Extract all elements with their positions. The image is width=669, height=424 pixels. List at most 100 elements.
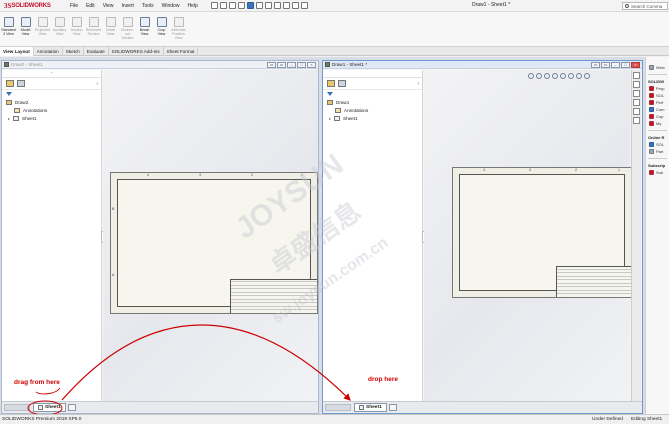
collapse-handle[interactable]: ⌃ bbox=[2, 70, 101, 78]
solidworks-logo[interactable]: 3S SOLIDWORKS bbox=[0, 0, 66, 12]
tree-filter[interactable] bbox=[2, 90, 101, 98]
task-pane-welcome[interactable]: Welc bbox=[649, 65, 669, 70]
menu-tools[interactable]: Tools bbox=[138, 3, 158, 9]
sheet-tab-navigation[interactable] bbox=[325, 404, 351, 411]
property-manager-tab-icon[interactable] bbox=[338, 80, 346, 87]
section-view-button[interactable]: Section View bbox=[69, 17, 85, 36]
task-pane-resources-icon[interactable] bbox=[633, 81, 640, 88]
document-window-draw1[interactable]: Draw1 - Sheet1 * ▭ ▭ – □ × › Draw1 Annot… bbox=[322, 60, 643, 414]
property-manager-tab-icon[interactable] bbox=[17, 80, 25, 87]
add-sheet-button[interactable] bbox=[388, 404, 397, 411]
model-view-button[interactable]: Model View bbox=[18, 17, 34, 36]
add-sheet-button[interactable] bbox=[67, 404, 76, 411]
task-pane-item[interactable]: My bbox=[649, 121, 669, 126]
tile-window-button[interactable]: ▭ bbox=[267, 62, 276, 68]
file-properties-icon[interactable] bbox=[291, 2, 299, 9]
tab-sketch[interactable]: Sketch bbox=[63, 47, 84, 56]
break-view-label: Break View bbox=[139, 28, 150, 36]
feature-manager-tab-icon[interactable] bbox=[327, 80, 335, 87]
tile-horizontal-button[interactable]: ▭ bbox=[601, 62, 610, 68]
task-pane-home-icon[interactable] bbox=[633, 72, 640, 79]
hide-show-items-icon[interactable] bbox=[576, 73, 582, 79]
task-pane-item[interactable]: Prop bbox=[649, 86, 669, 91]
tab-evaluate[interactable]: Evaluate bbox=[84, 47, 109, 56]
collapse-handle[interactable] bbox=[323, 70, 422, 78]
options-gear-icon[interactable] bbox=[300, 2, 308, 9]
auxiliary-view-button[interactable]: Auxiliary View bbox=[52, 17, 68, 36]
save-icon[interactable] bbox=[246, 2, 254, 9]
removed-section-button[interactable]: Removed Section bbox=[86, 17, 102, 36]
tree-item-annotations[interactable]: Annotations bbox=[323, 106, 422, 114]
standard-3-view-button[interactable]: Standard 3 View bbox=[1, 17, 17, 36]
window-title-bar[interactable]: Draw1 - Sheet1 * ▭ ▭ – □ × bbox=[323, 61, 642, 69]
print-icon[interactable] bbox=[255, 2, 263, 9]
tab-annotation[interactable]: Annotation bbox=[34, 47, 63, 56]
feature-manager-tab-icon[interactable] bbox=[6, 80, 14, 87]
menu-view[interactable]: View bbox=[99, 3, 118, 9]
select-icon[interactable] bbox=[273, 2, 281, 9]
sheet-tab-sheet1[interactable]: Sheet1 bbox=[33, 403, 66, 412]
crop-view-button[interactable]: Crop View bbox=[154, 17, 170, 36]
home-icon[interactable] bbox=[219, 2, 227, 9]
tree-root[interactable]: Draw2 bbox=[2, 98, 101, 106]
task-pane-item[interactable]: Cop bbox=[649, 114, 669, 119]
task-pane-item[interactable]: SOL bbox=[649, 142, 669, 147]
tile-window-button[interactable]: ▭ bbox=[591, 62, 600, 68]
chevron-right-icon[interactable]: › bbox=[417, 81, 419, 87]
tree-root[interactable]: Draw1 bbox=[323, 98, 422, 106]
alternate-position-view-button[interactable]: Alternate Position View bbox=[171, 17, 187, 40]
tree-item-annotations[interactable]: Annotations bbox=[2, 106, 101, 114]
document-window-draw2[interactable]: Draw2 - Sheet1 ▭ ▭ – □ × ⌃ › Draw2 Annot… bbox=[1, 60, 319, 414]
projected-view-button[interactable]: Projected View bbox=[35, 17, 51, 36]
menu-window[interactable]: Window bbox=[158, 3, 184, 9]
zoom-to-area-icon[interactable] bbox=[536, 73, 542, 79]
drawing-sheet[interactable]: 4 3 2 1 bbox=[452, 167, 632, 298]
tree-filter[interactable] bbox=[323, 90, 422, 98]
undo-icon[interactable] bbox=[264, 2, 272, 9]
task-pane-file-explorer-icon[interactable] bbox=[633, 99, 640, 106]
task-pane-view-palette-icon[interactable] bbox=[633, 108, 640, 115]
open-folder-icon[interactable] bbox=[237, 2, 245, 9]
pan-icon[interactable] bbox=[560, 73, 566, 79]
tree-item-sheet1[interactable]: ▸ Sheet1 bbox=[323, 114, 422, 122]
tile-horizontal-button[interactable]: ▭ bbox=[277, 62, 286, 68]
chevron-right-icon[interactable]: › bbox=[96, 81, 98, 87]
task-pane-item[interactable]: Perf bbox=[649, 100, 669, 105]
tree-item-sheet1[interactable]: ▸ Sheet1 bbox=[2, 114, 101, 122]
window-title-bar[interactable]: Draw2 - Sheet1 ▭ ▭ – □ × bbox=[2, 61, 318, 69]
task-pane-item[interactable]: SOL bbox=[649, 93, 669, 98]
task-pane-item[interactable]: Com bbox=[649, 107, 669, 112]
pin-icon[interactable] bbox=[210, 2, 218, 9]
minimize-button[interactable]: – bbox=[611, 62, 620, 68]
broken-out-section-button[interactable]: Broken-out Section bbox=[120, 17, 136, 40]
menu-help[interactable]: Help bbox=[183, 3, 201, 9]
display-style-icon[interactable] bbox=[568, 73, 574, 79]
close-button[interactable]: × bbox=[631, 62, 640, 68]
detail-view-button[interactable]: Detail View bbox=[103, 17, 119, 36]
menu-edit[interactable]: Edit bbox=[82, 3, 99, 9]
sheet-tab-sheet1[interactable]: Sheet1 bbox=[354, 403, 387, 412]
zoom-to-fit-icon[interactable] bbox=[528, 73, 534, 79]
tab-sheet-format[interactable]: Sheet Format bbox=[164, 47, 199, 56]
maximize-button[interactable]: □ bbox=[621, 62, 630, 68]
rotate-view-icon[interactable] bbox=[552, 73, 558, 79]
task-pane-design-library-icon[interactable] bbox=[633, 90, 640, 97]
task-pane-appearances-icon[interactable] bbox=[633, 117, 640, 124]
close-button[interactable]: × bbox=[307, 62, 316, 68]
tab-view-layout[interactable]: View Layout bbox=[0, 47, 34, 56]
menu-insert[interactable]: Insert bbox=[117, 3, 138, 9]
task-pane-item[interactable]: Sub bbox=[649, 170, 669, 175]
task-pane-item[interactable]: Part bbox=[649, 149, 669, 154]
minimize-button[interactable]: – bbox=[287, 62, 296, 68]
menu-file[interactable]: File bbox=[66, 3, 82, 9]
break-view-button[interactable]: Break View bbox=[137, 17, 153, 36]
rebuild-icon[interactable] bbox=[282, 2, 290, 9]
previous-view-icon[interactable] bbox=[544, 73, 550, 79]
maximize-button[interactable]: □ bbox=[297, 62, 306, 68]
new-document-icon[interactable] bbox=[228, 2, 236, 9]
tab-solidworks-add-ins[interactable]: SOLIDWORKS Add-Ins bbox=[109, 47, 164, 56]
graphics-area[interactable]: 4 3 2 1 bbox=[424, 70, 632, 401]
sheet-tab-navigation[interactable] bbox=[4, 404, 30, 411]
search-commands-input[interactable]: Search Comma bbox=[622, 2, 668, 10]
view-settings-icon[interactable] bbox=[584, 73, 590, 79]
